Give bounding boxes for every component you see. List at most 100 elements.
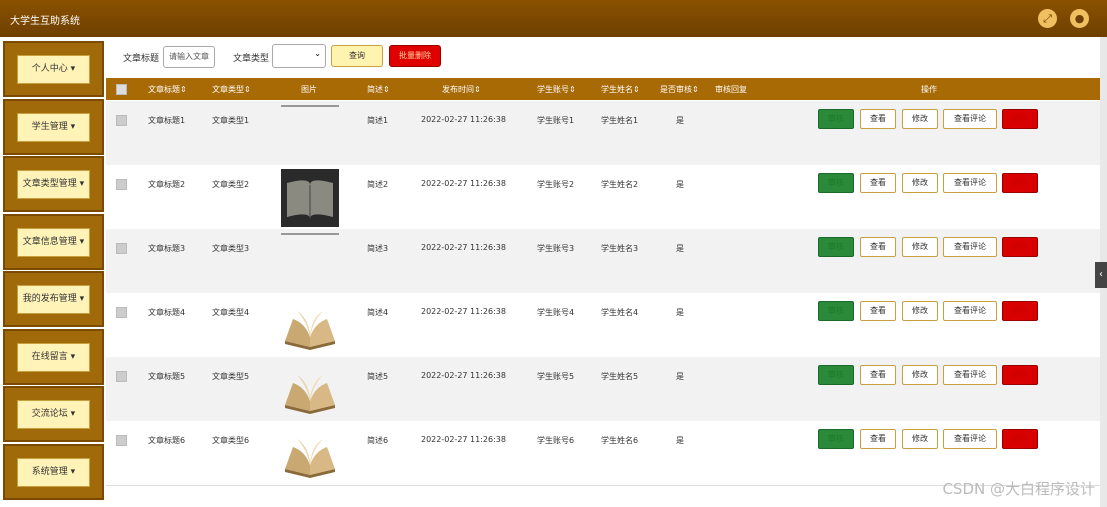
edit-button[interactable]: 修改	[902, 237, 938, 257]
cell-desc: 简述6	[367, 436, 389, 445]
header-type[interactable]: 文章类型⇕	[212, 84, 251, 95]
query-button[interactable]: 查询	[331, 45, 383, 67]
cell-type: 文章类型4	[212, 308, 250, 317]
delete-button[interactable]: 删除	[1002, 301, 1038, 321]
sidebar-item-messages[interactable]: 在线留言 ▾	[3, 329, 104, 385]
cell-type: 文章类型3	[212, 244, 250, 253]
delete-button[interactable]: 删除	[1002, 365, 1038, 385]
cell-approved: 是	[676, 116, 684, 125]
header-reply: 审核回复	[715, 85, 747, 94]
view-comments-button[interactable]: 查看评论	[943, 365, 997, 385]
edit-button[interactable]: 修改	[902, 429, 938, 449]
edit-button[interactable]: 修改	[902, 109, 938, 129]
fullscreen-icon[interactable]: ⤢	[1038, 9, 1057, 28]
app-title: 大学生互助系统	[10, 16, 80, 27]
row-checkbox[interactable]	[116, 371, 127, 382]
table-row: 文章标题1 文章类型1 简述1 2022-02-27 11:26:38 学生账号…	[106, 101, 1100, 166]
table-row: 文章标题5 文章类型5 简述5 2022-02-27 11:26:38 学生账号…	[106, 357, 1100, 422]
batch-delete-button[interactable]: 批量删除	[389, 45, 441, 67]
table-row: 文章标题6 文章类型6 简述6 2022-02-27 11:26:38 学生账号…	[106, 421, 1100, 486]
sidebar-item-forum[interactable]: 交流论坛 ▾	[3, 386, 104, 442]
view-comments-button[interactable]: 查看评论	[943, 429, 997, 449]
row-checkbox[interactable]	[116, 179, 127, 190]
edit-button[interactable]: 修改	[902, 173, 938, 193]
row-checkbox[interactable]	[116, 243, 127, 254]
view-button[interactable]: 查看	[860, 237, 896, 257]
approve-button[interactable]: 审核	[818, 109, 854, 129]
view-comments-button[interactable]: 查看评论	[943, 301, 997, 321]
view-button[interactable]: 查看	[860, 301, 896, 321]
collapse-handle[interactable]: ‹	[1095, 262, 1107, 288]
sidebar-item-my-posts[interactable]: 我的发布管理 ▾	[3, 271, 104, 327]
view-comments-button[interactable]: 查看评论	[943, 237, 997, 257]
article-image	[281, 169, 339, 227]
cell-time: 2022-02-27 11:26:38	[421, 307, 506, 316]
sidebar-item-system[interactable]: 系统管理 ▾	[3, 444, 104, 500]
edit-button[interactable]: 修改	[902, 301, 938, 321]
view-button[interactable]: 查看	[860, 365, 896, 385]
view-comments-button[interactable]: 查看评论	[943, 109, 997, 129]
top-bar: 大学生互助系统 ⤢ ●	[0, 0, 1107, 37]
header-name[interactable]: 学生姓名⇕	[601, 84, 640, 95]
header-account[interactable]: 学生账号⇕	[537, 84, 576, 95]
approve-button[interactable]: 审核	[818, 301, 854, 321]
article-image-placeholder	[281, 233, 339, 291]
approve-button[interactable]: 审核	[818, 237, 854, 257]
sidebar-item-personal-center[interactable]: 个人中心 ▾	[3, 41, 104, 97]
delete-button[interactable]: 删除	[1002, 237, 1038, 257]
cell-type: 文章类型2	[212, 180, 250, 189]
row-checkbox[interactable]	[116, 115, 127, 126]
header-approved[interactable]: 是否审核⇕	[660, 84, 699, 95]
header-actions: 操作	[921, 85, 937, 94]
cell-name: 学生姓名6	[601, 436, 639, 445]
cell-name: 学生姓名2	[601, 180, 639, 189]
cell-time: 2022-02-27 11:26:38	[421, 371, 506, 380]
sidebar-item-label: 文章类型管理 ▾	[17, 170, 90, 199]
view-button[interactable]: 查看	[860, 109, 896, 129]
cell-name: 学生姓名5	[601, 372, 639, 381]
cell-title: 文章标题2	[148, 180, 186, 189]
cell-title: 文章标题3	[148, 244, 186, 253]
header-title[interactable]: 文章标题⇕	[148, 84, 187, 95]
approve-button[interactable]: 审核	[818, 365, 854, 385]
select-all-checkbox[interactable]	[116, 84, 127, 95]
view-button[interactable]: 查看	[860, 429, 896, 449]
approve-button[interactable]: 审核	[818, 173, 854, 193]
cell-type: 文章类型6	[212, 436, 250, 445]
sidebar: 个人中心 ▾ 学生管理 ▾ 文章类型管理 ▾ 文章信息管理 ▾ 我的发布管理 ▾…	[0, 37, 106, 507]
header-image: 图片	[301, 85, 317, 94]
sidebar-item-label: 学生管理 ▾	[17, 113, 90, 142]
approve-button[interactable]: 审核	[818, 429, 854, 449]
sidebar-item-article-info[interactable]: 文章信息管理 ▾	[3, 214, 104, 270]
cell-time: 2022-02-27 11:26:38	[421, 435, 506, 444]
cell-title: 文章标题4	[148, 308, 186, 317]
cell-name: 学生姓名3	[601, 244, 639, 253]
edit-button[interactable]: 修改	[902, 365, 938, 385]
user-icon[interactable]: ●	[1070, 9, 1089, 28]
type-select[interactable]: ⌄	[272, 44, 326, 68]
row-checkbox[interactable]	[116, 435, 127, 446]
cell-approved: 是	[676, 180, 684, 189]
watermark: CSDN @大白程序设计	[942, 480, 1095, 498]
view-comments-button[interactable]: 查看评论	[943, 173, 997, 193]
article-image	[281, 297, 339, 355]
delete-button[interactable]: 删除	[1002, 109, 1038, 129]
view-button[interactable]: 查看	[860, 173, 896, 193]
delete-button[interactable]: 删除	[1002, 429, 1038, 449]
cell-time: 2022-02-27 11:26:38	[421, 179, 506, 188]
cell-desc: 简述4	[367, 308, 389, 317]
sidebar-item-label: 在线留言 ▾	[17, 343, 90, 372]
delete-button[interactable]: 删除	[1002, 173, 1038, 193]
row-checkbox[interactable]	[116, 307, 127, 318]
cell-account: 学生账号5	[537, 372, 575, 381]
title-search-input[interactable]: 请输入文章	[163, 46, 215, 68]
cell-title: 文章标题1	[148, 116, 186, 125]
cell-title: 文章标题5	[148, 372, 186, 381]
cell-desc: 简述3	[367, 244, 389, 253]
header-time[interactable]: 发布时间⇕	[442, 84, 481, 95]
sidebar-item-students[interactable]: 学生管理 ▾	[3, 99, 104, 155]
sidebar-item-article-types[interactable]: 文章类型管理 ▾	[3, 156, 104, 212]
header-desc[interactable]: 简述⇕	[367, 84, 390, 95]
table-row: 文章标题4 文章类型4 简述4 2022-02-27 11:26:38 学生账号…	[106, 293, 1100, 358]
type-label: 文章类型	[233, 54, 270, 64]
